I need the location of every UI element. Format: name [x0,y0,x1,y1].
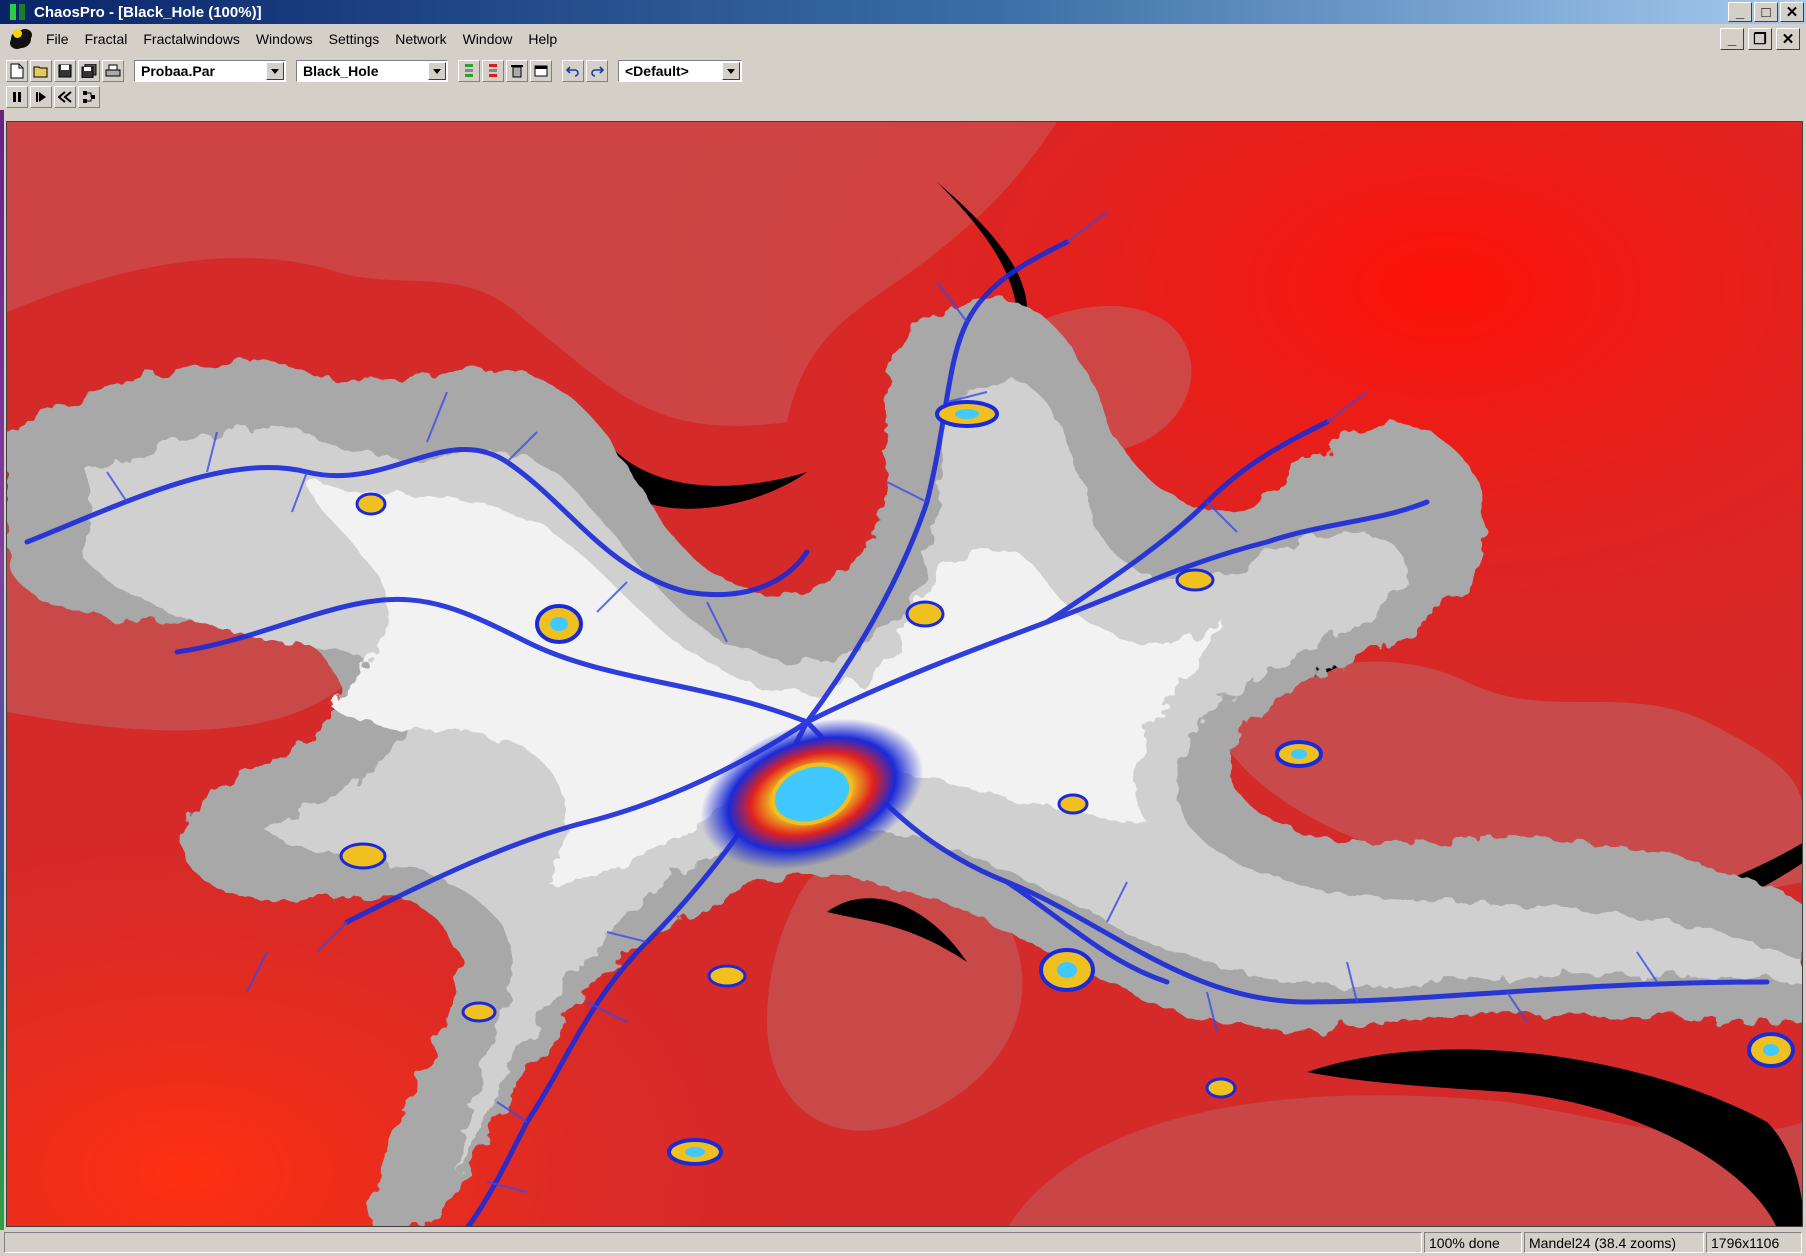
desktop-edge [0,110,4,1230]
chevron-down-icon[interactable] [722,62,740,80]
layers-red-icon[interactable] [482,60,504,82]
parameter-file-value: Probaa.Par [141,63,215,79]
window-title: ChaosPro - [Black_Hole (100%)] [34,3,262,21]
menu-file[interactable]: File [38,29,77,49]
minimize-button[interactable]: _ [1728,2,1752,22]
layers-green-icon[interactable] [458,60,480,82]
document-icon[interactable] [8,27,34,51]
open-folder-icon[interactable] [30,60,52,82]
parameter-file-select[interactable]: Probaa.Par [134,60,286,82]
menu-help[interactable]: Help [520,29,565,49]
save-all-icon[interactable] [78,60,100,82]
fractal-canvas[interactable] [6,121,1803,1227]
mdi-restore-button[interactable]: ❐ [1748,28,1772,50]
redo-icon[interactable] [586,60,608,82]
title-bar[interactable]: ChaosPro - [Black_Hole (100%)] _ □ ✕ [0,0,1806,24]
print-icon[interactable] [102,60,124,82]
window-icon[interactable] [530,60,552,82]
maximize-button[interactable]: □ [1754,2,1778,22]
save-icon[interactable] [54,60,76,82]
undo-icon[interactable] [562,60,584,82]
fractal-image[interactable] [7,122,1803,1227]
menu-settings[interactable]: Settings [321,29,388,49]
mdi-close-button[interactable]: ✕ [1776,28,1800,50]
menu-window[interactable]: Window [455,29,521,49]
chaospro-icon[interactable] [8,2,28,22]
fractal-select-value: Black_Hole [303,63,379,79]
new-file-icon[interactable] [6,60,28,82]
trash-icon[interactable] [506,60,528,82]
pause-icon[interactable] [6,86,28,108]
layout-select[interactable]: <Default> [618,60,742,82]
toolbar: Probaa.Par Black_Hole <Default> [0,54,1806,110]
status-formula: Mandel24 (38.4 zooms) [1524,1232,1704,1253]
menu-fractalwindows[interactable]: Fractalwindows [135,29,247,49]
chevron-down-icon[interactable] [266,62,284,80]
network-icon[interactable] [78,86,100,108]
step-forward-icon[interactable] [30,86,52,108]
menu-fractal[interactable]: Fractal [77,29,136,49]
menu-windows[interactable]: Windows [248,29,321,49]
status-size: 1796x1106 [1706,1232,1802,1253]
rewind-icon[interactable] [54,86,76,108]
mdi-minimize-button[interactable]: _ [1720,28,1744,50]
status-progress: 100% done [1424,1232,1522,1253]
status-bar: 100% done Mandel24 (38.4 zooms) 1796x110… [0,1229,1806,1256]
close-button[interactable]: ✕ [1780,2,1804,22]
fractal-select[interactable]: Black_Hole [296,60,448,82]
menu-network[interactable]: Network [387,29,454,49]
status-message-pane [4,1232,1422,1253]
layout-select-value: <Default> [625,63,689,79]
menu-bar: File Fractal Fractalwindows Windows Sett… [0,26,1806,52]
chevron-down-icon[interactable] [428,62,446,80]
